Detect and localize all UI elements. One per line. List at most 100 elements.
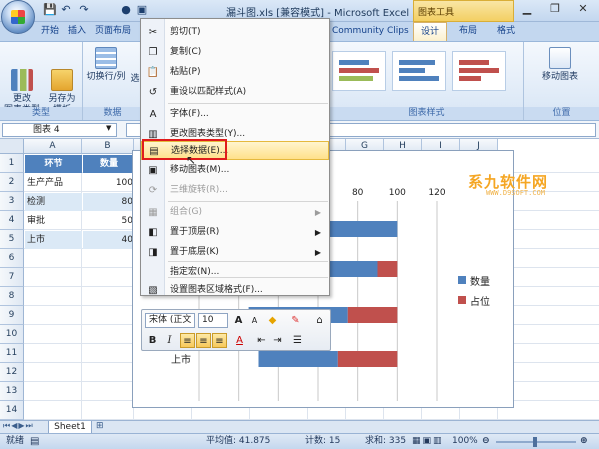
- cell-b3[interactable]: 80: [83, 193, 135, 211]
- row-header-1[interactable]: 1: [0, 154, 24, 173]
- zoom-out-icon[interactable]: ⊖: [482, 434, 490, 449]
- cell-a5[interactable]: 上市: [25, 231, 82, 249]
- tab-layout[interactable]: 布局: [452, 22, 484, 41]
- cell-a3[interactable]: 检测: [25, 193, 82, 211]
- switch-row-col-icon: [95, 47, 117, 69]
- row-header-12[interactable]: 12: [0, 363, 24, 382]
- grow-font-icon[interactable]: A: [231, 313, 246, 328]
- chart-style-swatch-2[interactable]: [392, 51, 446, 91]
- context-menu-item-2[interactable]: 📋 粘贴(P): [141, 63, 329, 82]
- zoom-in-icon[interactable]: ⊕: [580, 434, 588, 449]
- cell-b2[interactable]: 100: [83, 174, 133, 192]
- zoom-level[interactable]: 100%: [452, 434, 478, 449]
- status-mode: 就绪: [6, 436, 25, 446]
- chart-legend[interactable]: 数量 占位: [448, 270, 508, 312]
- record-icon[interactable]: ●: [118, 3, 134, 17]
- tab-design[interactable]: 设计: [413, 22, 448, 41]
- row-header-14[interactable]: 14: [0, 401, 24, 420]
- cell-b4[interactable]: 50: [83, 212, 133, 230]
- cell-b5[interactable]: 40: [83, 231, 135, 249]
- align-center-icon[interactable]: ≡: [196, 333, 211, 348]
- column-header-b[interactable]: B: [82, 139, 134, 154]
- decrease-indent-icon[interactable]: ⇤: [254, 333, 269, 348]
- row-header-4[interactable]: 4: [0, 211, 24, 230]
- tab-page-layout[interactable]: 页面布局: [88, 22, 138, 41]
- tab-format[interactable]: 格式: [490, 22, 522, 41]
- legend-swatch-placeholder: [458, 296, 466, 304]
- context-menu-label: 剪切(T): [170, 27, 201, 37]
- sheet-tab-bar: ⏮◀▶⏭ Sheet1 ⊞: [0, 420, 599, 434]
- context-menu-item-12[interactable]: 指定宏(N)...: [141, 263, 329, 282]
- legend-swatch-quantity: [458, 276, 466, 284]
- context-menu-item-7[interactable]: ▣ 移动图表(M)...: [141, 161, 329, 180]
- send-back-icon: ◨: [148, 247, 158, 258]
- align-right-icon[interactable]: ≡: [212, 333, 227, 348]
- context-menu-item-0[interactable]: ✂ 剪切(T): [141, 23, 329, 42]
- bold-button[interactable]: B: [145, 333, 160, 348]
- cell-b1[interactable]: 数量: [83, 155, 135, 173]
- row-header-5[interactable]: 5: [0, 230, 24, 249]
- context-menu-item-1[interactable]: ❐ 复制(C): [141, 43, 329, 62]
- legend-label-placeholder: 占位: [470, 297, 490, 308]
- menu-separator: [168, 261, 328, 262]
- row-header-3[interactable]: 3: [0, 192, 24, 211]
- minimize-icon[interactable]: ▁: [513, 0, 541, 18]
- bullets-icon[interactable]: ☰: [290, 333, 305, 348]
- format-area-icon: ▧: [148, 285, 158, 296]
- fill-color-icon[interactable]: ◆: [265, 313, 280, 328]
- context-menu-label: 置于底层(K): [170, 247, 219, 257]
- context-menu-label: 粘贴(P): [170, 67, 201, 77]
- office-button[interactable]: [1, 0, 35, 34]
- ribbon-group-type: 更改 图表类型 另存为 模板 类型: [0, 42, 83, 120]
- row-header-8[interactable]: 8: [0, 287, 24, 306]
- chart-style-swatch-3[interactable]: [452, 51, 506, 91]
- context-menu-item-11[interactable]: ◨ 置于底层(K) ▶: [141, 243, 329, 262]
- row-header-9[interactable]: 9: [0, 306, 24, 325]
- cell-a4[interactable]: 审批: [27, 212, 82, 230]
- shrink-font-icon[interactable]: A: [247, 313, 262, 328]
- row-header-6[interactable]: 6: [0, 249, 24, 268]
- row-header-10[interactable]: 10: [0, 325, 24, 344]
- maximize-icon[interactable]: ❐: [541, 0, 569, 18]
- context-menu-item-13[interactable]: ▧ 设置图表区域格式(F)...: [141, 281, 329, 300]
- zoom-slider-thumb[interactable]: [533, 437, 537, 447]
- font-size-field[interactable]: 10: [198, 313, 228, 328]
- context-menu-item-4[interactable]: A 字体(F)...: [141, 105, 329, 124]
- ribbon-group-data: 切换行/列 选 数据: [83, 42, 143, 120]
- italic-button[interactable]: I: [162, 333, 177, 348]
- copy-icon: ❐: [148, 47, 158, 58]
- save-icon[interactable]: 💾: [42, 3, 58, 17]
- font-name-field[interactable]: 宋体 (正文: [145, 313, 195, 328]
- macro-record-icon[interactable]: ▤: [30, 434, 39, 449]
- cell-a2[interactable]: 生产产品: [27, 174, 82, 192]
- format-painter-icon[interactable]: ⌂: [312, 313, 327, 328]
- undo-icon[interactable]: ↶: [58, 3, 74, 17]
- increase-indent-icon[interactable]: ⇥: [270, 333, 285, 348]
- tab-community-clips[interactable]: Community Clips: [325, 22, 416, 41]
- row-header-11[interactable]: 11: [0, 344, 24, 363]
- row-header-2[interactable]: 2: [0, 173, 24, 192]
- context-menu-item-3[interactable]: ↺ 重设以匹配样式(A): [141, 83, 329, 102]
- line-color-icon[interactable]: ✎: [288, 313, 303, 328]
- switch-row-col-button[interactable]: 切换行/列: [86, 47, 126, 83]
- redo-icon[interactable]: ↷: [76, 3, 92, 17]
- insert-sheet-icon[interactable]: ⊞: [96, 421, 104, 431]
- name-box-dropdown-icon[interactable]: ▼: [106, 124, 111, 132]
- context-menu-item-10[interactable]: ◧ 置于顶层(R) ▶: [141, 223, 329, 242]
- align-left-icon[interactable]: ≡: [180, 333, 195, 348]
- clipboard-icon[interactable]: ▣: [134, 3, 150, 17]
- sheet-nav-arrows-icon[interactable]: ⏮◀▶⏭: [3, 421, 34, 431]
- row-header-7[interactable]: 7: [0, 268, 24, 287]
- name-box[interactable]: 图表 4: [2, 123, 117, 137]
- chart-style-swatch-1[interactable]: [332, 51, 386, 91]
- view-buttons-icon[interactable]: ▦▣▥: [412, 434, 444, 449]
- row-header-13[interactable]: 13: [0, 382, 24, 401]
- cell-a1[interactable]: 环节: [25, 155, 82, 173]
- move-chart-ribbon-button[interactable]: 移动图表: [532, 47, 588, 83]
- submenu-arrow-icon: ▶: [314, 248, 321, 257]
- column-header-a[interactable]: A: [24, 139, 82, 154]
- font-color-icon[interactable]: A: [232, 333, 247, 348]
- select-all-corner[interactable]: [0, 139, 24, 154]
- close-icon[interactable]: ✕: [569, 0, 597, 18]
- submenu-arrow-icon: ▶: [314, 228, 321, 237]
